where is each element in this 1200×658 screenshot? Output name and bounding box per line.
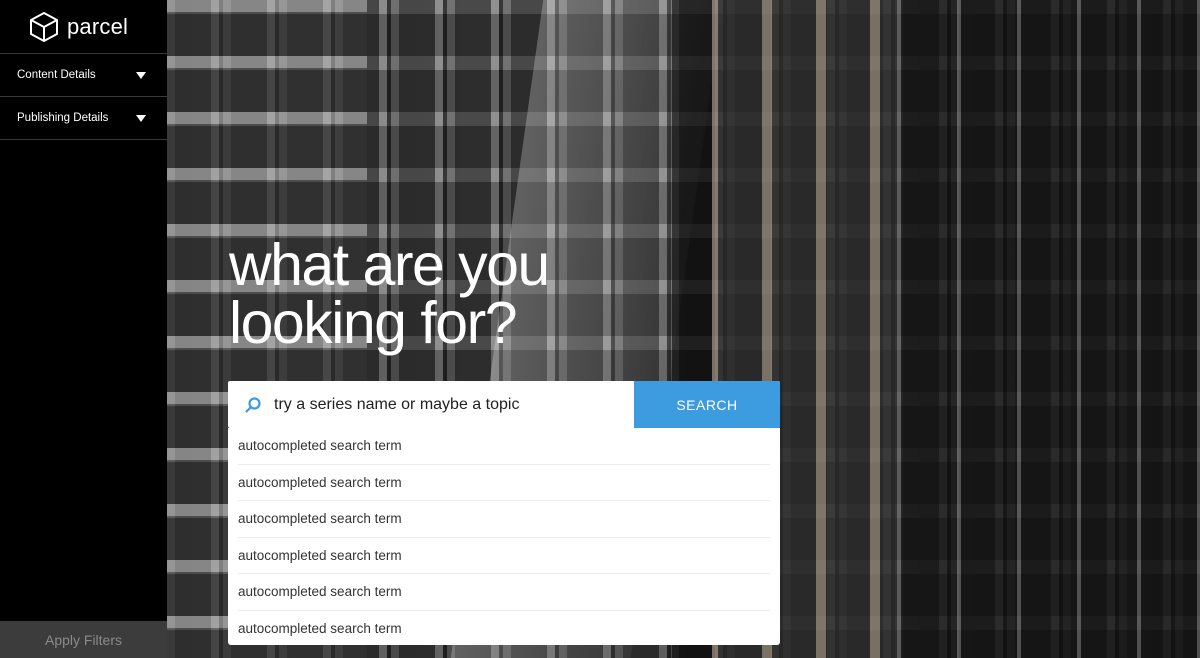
search-input[interactable] [274, 395, 614, 414]
autocomplete-list: autocompleted search term autocompleted … [228, 428, 780, 645]
autocomplete-item[interactable]: autocompleted search term [238, 501, 770, 538]
building-right [897, 0, 1200, 658]
autocomplete-item[interactable]: autocompleted search term [238, 465, 770, 501]
autocomplete-item[interactable]: autocompleted search term [238, 428, 770, 465]
apply-filters-button[interactable]: Apply Filters [0, 621, 167, 658]
headline-line-2: looking for? [229, 290, 518, 356]
filter-label: Publishing Details [17, 112, 109, 124]
brand[interactable]: parcel [0, 0, 167, 54]
search-button[interactable]: SEARCH [634, 381, 780, 428]
cube-icon [30, 11, 58, 42]
caret-down-icon [136, 71, 146, 79]
autocomplete-item[interactable]: autocompleted search term [238, 574, 770, 611]
brand-name: parcel [67, 13, 129, 39]
autocomplete-item[interactable]: autocompleted search term [238, 538, 770, 574]
autocomplete-item[interactable]: autocompleted search term [238, 611, 770, 648]
filter-publishing-details[interactable]: Publishing Details [0, 97, 167, 140]
filter-content-details[interactable]: Content Details [0, 54, 167, 97]
search-field[interactable] [228, 381, 634, 428]
filter-label: Content Details [17, 69, 96, 81]
headline-line-1: what are you [229, 232, 550, 298]
search-bar: SEARCH [228, 381, 780, 428]
sidebar: parcel Content Details Publishing Detail… [0, 0, 167, 658]
caret-down-icon [136, 114, 146, 122]
search-icon [245, 396, 261, 413]
page-headline: what are you looking for? [229, 232, 629, 356]
